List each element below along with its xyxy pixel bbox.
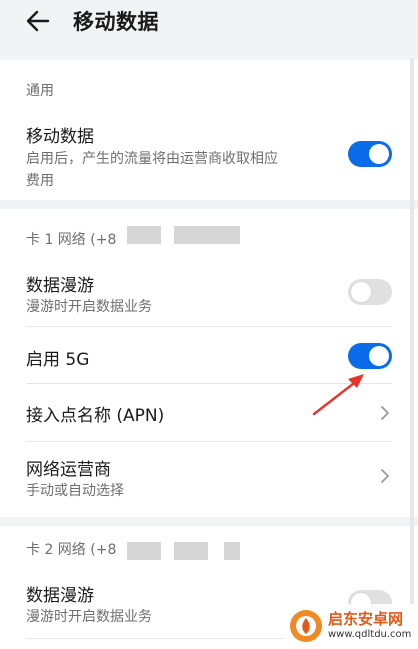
red-arrow-annotation <box>312 374 364 416</box>
apn-title: 接入点名称 (APN) <box>26 406 165 426</box>
sim2-roaming-title: 数据漫游 <box>26 586 94 606</box>
page-title: 移动数据 <box>73 10 159 34</box>
sim1-section: 卡 1 网络 (+8 数据漫游 漫游时开启数据业务 启用 5G 接入点名称 (A… <box>0 209 418 517</box>
redacted-number <box>174 542 208 560</box>
general-section: 通用 移动数据 启用后，产生的流量将由运营商收取相应 费用 <box>0 60 418 200</box>
toggle-knob <box>351 282 371 302</box>
section-label-sim1: 卡 1 网络 (+8 <box>26 232 117 248</box>
section-label-general: 通用 <box>26 83 54 99</box>
redacted-number <box>224 542 240 560</box>
enable-5g-title: 启用 5G <box>26 350 90 370</box>
chevron-right-icon <box>381 469 389 483</box>
divider <box>26 326 392 327</box>
section-label-sim2: 卡 2 网络 (+8 <box>26 542 117 558</box>
back-arrow-icon[interactable] <box>22 5 54 37</box>
carrier-title: 网络运营商 <box>26 460 111 480</box>
scrollbar[interactable] <box>410 58 414 618</box>
carrier-description: 手动或自动选择 <box>26 483 124 499</box>
toggle-knob <box>369 144 389 164</box>
watermark-url: www.qdltdu.com <box>328 629 412 640</box>
sim2-roaming-description: 漫游时开启数据业务 <box>26 609 152 625</box>
sim1-roaming-toggle[interactable] <box>348 279 392 305</box>
redacted-number <box>174 226 240 244</box>
mobile-data-description-line2: 费用 <box>26 173 54 189</box>
mobile-data-toggle[interactable] <box>348 141 392 167</box>
mobile-data-description-line1: 启用后，产生的流量将由运营商收取相应 <box>26 151 278 167</box>
watermark-logo-icon <box>290 610 322 642</box>
redacted-number <box>127 542 161 560</box>
sim1-roaming-title: 数据漫游 <box>26 276 94 296</box>
toggle-knob <box>369 346 389 366</box>
watermark-name: 启东安卓网 <box>328 610 404 628</box>
app-header: 移动数据 <box>0 0 418 60</box>
divider <box>26 441 392 442</box>
enable-5g-toggle[interactable] <box>348 343 392 369</box>
redacted-number <box>127 226 161 244</box>
mobile-data-title: 移动数据 <box>26 127 94 147</box>
watermark: 启东安卓网 www.qdltdu.com <box>284 604 418 648</box>
chevron-right-icon <box>381 406 389 420</box>
sim1-roaming-description: 漫游时开启数据业务 <box>26 299 152 315</box>
